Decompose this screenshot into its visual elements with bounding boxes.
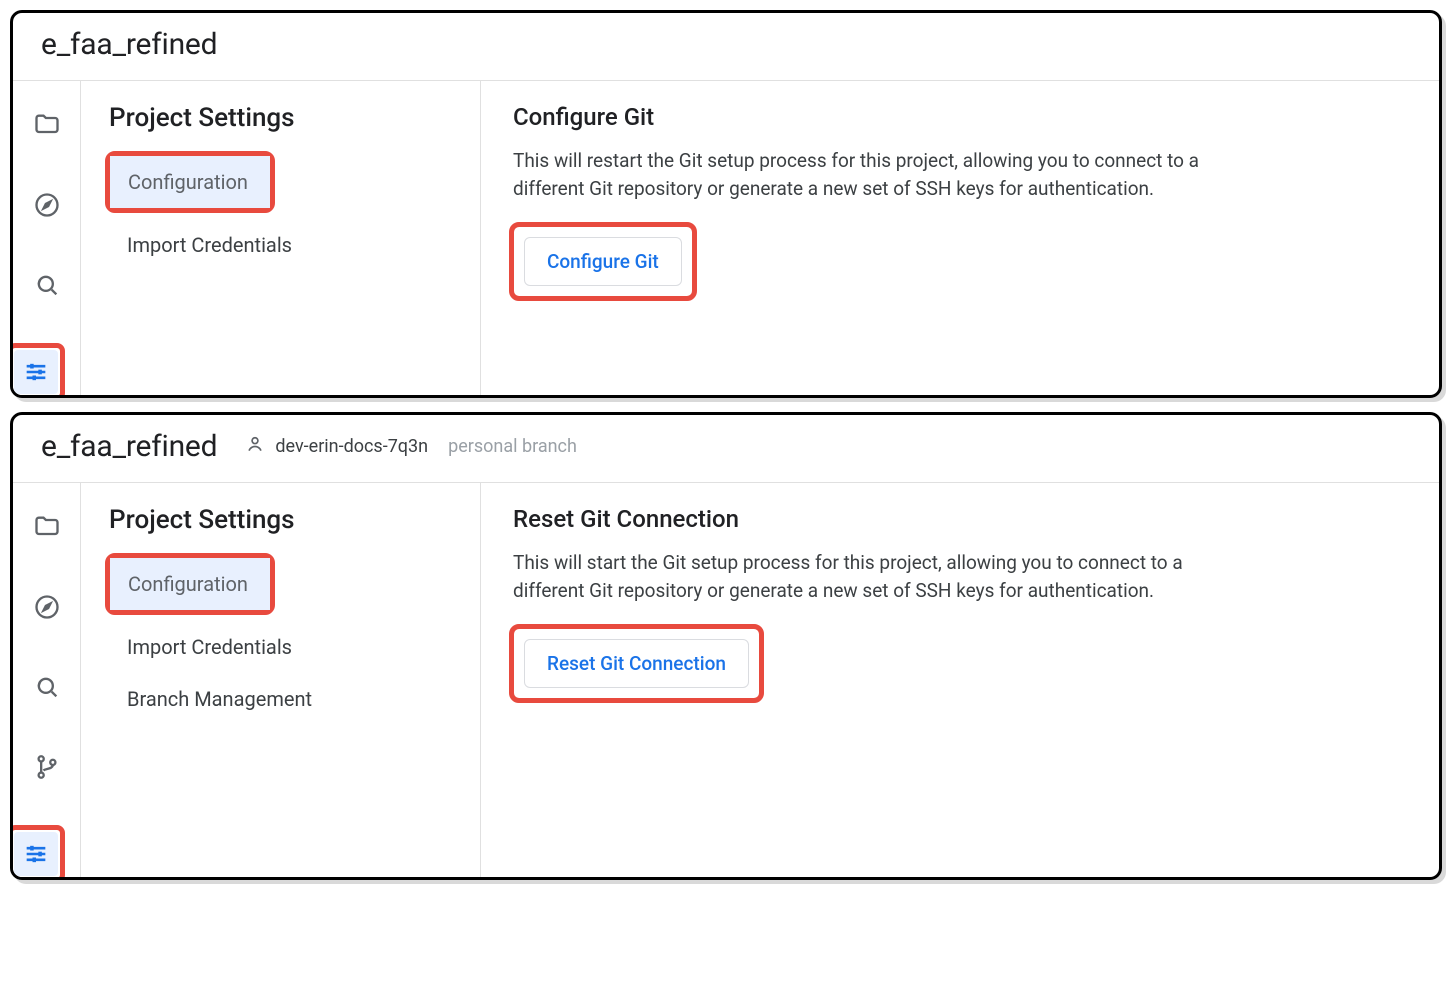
panel-configure-git: e_faa_refined Project Settings Configura…	[10, 10, 1442, 398]
user-icon	[245, 434, 265, 459]
icon-rail	[13, 81, 81, 395]
configure-git-button[interactable]: Configure Git	[524, 237, 682, 286]
search-history-icon[interactable]	[25, 263, 69, 307]
nav-configuration[interactable]: Configuration	[110, 558, 270, 610]
configure-git-button-highlight: Configure Git	[509, 222, 697, 301]
folder-icon[interactable]	[25, 103, 69, 147]
reset-git-button[interactable]: Reset Git Connection	[524, 639, 749, 688]
configuration-highlight: Configuration	[105, 553, 275, 615]
nav-import-credentials[interactable]: Import Credentials	[109, 621, 452, 673]
icon-rail	[13, 483, 81, 877]
main-content: Configure Git This will restart the Git …	[481, 81, 1439, 395]
content-area: Project Settings Configuration Import Cr…	[13, 482, 1439, 877]
settings-sliders-icon[interactable]	[14, 350, 58, 394]
section-description: This will start the Git setup process fo…	[513, 549, 1233, 604]
sidebar-title: Project Settings	[109, 505, 452, 535]
section-description: This will restart the Git setup process …	[513, 147, 1233, 202]
settings-icon-highlight	[10, 825, 65, 880]
configuration-highlight: Configuration	[105, 151, 275, 213]
branch-type: personal branch	[448, 436, 577, 457]
topbar: e_faa_refined dev-erin-docs-7q3n persona…	[13, 415, 1439, 482]
reset-git-button-highlight: Reset Git Connection	[509, 624, 764, 703]
topbar: e_faa_refined	[13, 13, 1439, 80]
content-area: Project Settings Configuration Import Cr…	[13, 80, 1439, 395]
folder-icon[interactable]	[25, 505, 69, 549]
sidebar-title: Project Settings	[109, 103, 452, 133]
main-content: Reset Git Connection This will start the…	[481, 483, 1439, 877]
section-heading: Configure Git	[513, 103, 1399, 131]
search-history-icon[interactable]	[25, 665, 69, 709]
git-branch-icon[interactable]	[25, 745, 69, 789]
nav-import-credentials[interactable]: Import Credentials	[109, 219, 452, 271]
project-name: e_faa_refined	[41, 27, 217, 62]
panel-reset-git: e_faa_refined dev-erin-docs-7q3n persona…	[10, 412, 1442, 880]
settings-icon-highlight	[10, 343, 65, 398]
branch-indicator[interactable]: dev-erin-docs-7q3n personal branch	[245, 434, 577, 459]
compass-icon[interactable]	[25, 183, 69, 227]
branch-name: dev-erin-docs-7q3n	[275, 436, 428, 457]
nav-configuration[interactable]: Configuration	[110, 156, 270, 208]
settings-sidebar: Project Settings Configuration Import Cr…	[81, 483, 481, 877]
section-heading: Reset Git Connection	[513, 505, 1399, 533]
settings-sliders-icon[interactable]	[14, 832, 58, 876]
settings-sidebar: Project Settings Configuration Import Cr…	[81, 81, 481, 395]
compass-icon[interactable]	[25, 585, 69, 629]
nav-branch-management[interactable]: Branch Management	[109, 673, 452, 725]
project-name: e_faa_refined	[41, 429, 217, 464]
